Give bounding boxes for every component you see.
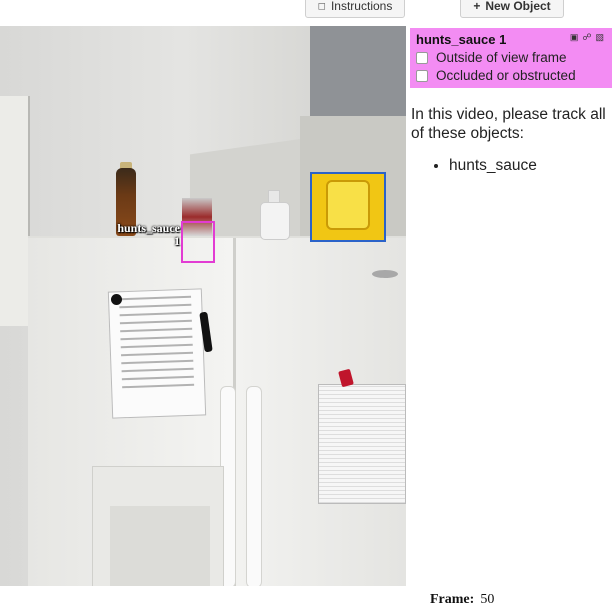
black-magnet (111, 294, 122, 305)
fridge-paper (318, 384, 406, 504)
frame-label: Frame: (430, 592, 475, 607)
cereal-box-character (326, 180, 370, 230)
object-actions: ▣☍▧ (570, 32, 608, 43)
fridge-logo (372, 270, 398, 278)
annotation-label-name: hunts_sauce (117, 221, 180, 235)
objects-list: hunts_sauce (433, 157, 537, 175)
fridge-dispenser-inner (110, 506, 210, 586)
fridge-note (107, 288, 207, 419)
new-object-button-label: New Object (485, 0, 551, 13)
annotation-bounding-box[interactable] (181, 221, 215, 263)
scene-wall-shadow (310, 26, 406, 116)
new-object-button[interactable]: + New Object (460, 0, 564, 18)
video-frame[interactable]: hunts_sauce 1 (0, 26, 406, 586)
frame-value: 50 (480, 592, 495, 607)
instructions-button[interactable]: ◻ Instructions (305, 0, 405, 18)
outside-frame-checkbox[interactable] (416, 51, 428, 64)
annotation-label-id: 1 (174, 234, 180, 248)
external-window-icon: ◻ (317, 0, 326, 12)
outside-frame-label: Outside of view frame (436, 50, 567, 65)
image-icon[interactable]: ▣ (570, 32, 583, 42)
outside-frame-row[interactable]: Outside of view frame (416, 50, 612, 65)
frame-counter: Frame: 50 (430, 592, 494, 608)
instructions-text: In this video, please track all of these… (411, 106, 606, 142)
scene-cabinet (0, 96, 30, 326)
unlock-icon[interactable]: ☍ (582, 32, 595, 42)
objects-list-item: hunts_sauce (449, 157, 537, 175)
occluded-label: Occluded or obstructed (436, 68, 576, 83)
trash-icon[interactable]: ▧ (595, 32, 608, 42)
annotation-label: hunts_sauce 1 (104, 222, 180, 248)
fridge-handle-right (246, 386, 262, 586)
soap-bottle (260, 202, 290, 240)
occluded-row[interactable]: Occluded or obstructed (416, 68, 612, 83)
plus-icon: + (473, 0, 481, 13)
object-card[interactable]: hunts_sauce 1 ▣☍▧ Outside of view frame … (410, 28, 612, 88)
instructions-button-label: Instructions (330, 0, 393, 13)
occluded-checkbox[interactable] (416, 69, 428, 82)
